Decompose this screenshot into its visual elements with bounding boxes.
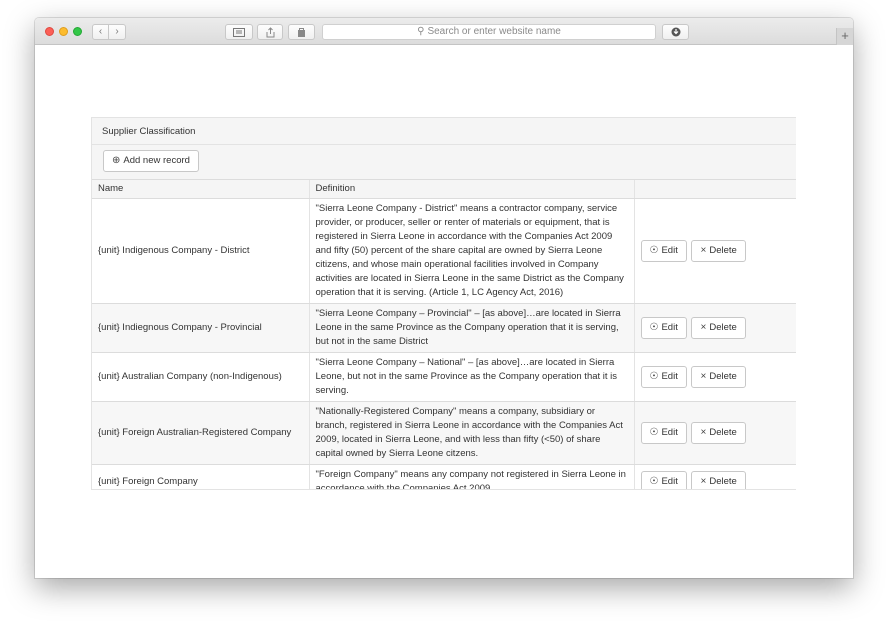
chevron-left-icon: ‹: [98, 26, 103, 37]
close-icon: ×: [700, 321, 707, 333]
edit-label: Edit: [661, 321, 678, 333]
delete-label: Delete: [709, 244, 737, 256]
delete-button[interactable]: × Delete: [691, 316, 746, 339]
row-definition: "Sierra Leone Company – Provincial" – [a…: [309, 303, 635, 353]
forward-button[interactable]: ›: [109, 24, 126, 40]
plus-icon: +: [841, 28, 849, 43]
column-header-actions: [634, 180, 796, 199]
edit-label: Edit: [661, 244, 678, 256]
tab-overview-button[interactable]: [288, 24, 315, 40]
chevron-right-icon: ›: [115, 26, 119, 37]
delete-button[interactable]: × Delete: [691, 470, 746, 489]
magnifier-icon: ⚲: [417, 26, 425, 37]
table-row: {unit} Foreign Company "Foreign Company"…: [92, 464, 796, 489]
delete-button[interactable]: × Delete: [691, 421, 746, 444]
address-placeholder: Search or enter website name: [427, 26, 561, 37]
browser-window: ‹ › ⚲ Search or enter website name + Supp…: [35, 18, 853, 578]
row-definition: "Nationally-Registered Company" means a …: [309, 401, 635, 465]
table-row: {unit} Indiegnous Company - Provincial "…: [92, 303, 796, 353]
delete-button[interactable]: × Delete: [691, 239, 746, 262]
row-name: {unit} Indigenous Company - District: [92, 198, 310, 304]
table-row: {unit} Foreign Australian-Registered Com…: [92, 401, 796, 465]
row-actions: ☉ Edit × Delete: [634, 464, 796, 489]
close-icon: ×: [700, 475, 707, 487]
minimize-window-button[interactable]: [59, 27, 68, 36]
row-name: {unit} Foreign Australian-Registered Com…: [92, 401, 310, 465]
row-definition: "Sierra Leone Company - District" means …: [309, 198, 635, 304]
panel-actions: ⊕ Add new record: [92, 145, 796, 180]
back-button[interactable]: ‹: [92, 24, 109, 40]
row-name: {unit} Foreign Company: [92, 464, 310, 489]
edit-button[interactable]: ☉ Edit: [640, 316, 687, 339]
address-bar[interactable]: ⚲ Search or enter website name: [322, 24, 656, 40]
close-icon: ×: [700, 244, 707, 256]
column-header-definition[interactable]: Definition: [309, 180, 635, 199]
zoom-window-button[interactable]: [73, 27, 82, 36]
edit-button[interactable]: ☉ Edit: [640, 239, 687, 262]
delete-label: Delete: [709, 475, 737, 487]
new-tab-button[interactable]: +: [836, 28, 853, 45]
edit-label: Edit: [661, 475, 678, 487]
add-new-record-button[interactable]: ⊕ Add new record: [103, 150, 199, 172]
delete-label: Delete: [709, 321, 737, 333]
supplier-table: Name Definition {unit} Indigenous Compan…: [92, 180, 796, 489]
supplier-classification-panel: Supplier Classification ⊕ Add new record …: [91, 117, 796, 490]
row-actions: ☉ Edit × Delete: [634, 401, 796, 465]
compass-icon: ☉: [649, 321, 659, 333]
row-actions: ☉ Edit × Delete: [634, 198, 796, 304]
page-content: Supplier Classification ⊕ Add new record …: [35, 46, 853, 578]
sidebar-button[interactable]: [225, 24, 253, 40]
row-definition: "Sierra Leone Company – National" – [as …: [309, 352, 635, 402]
delete-label: Delete: [709, 426, 737, 438]
delete-label: Delete: [709, 370, 737, 382]
delete-button[interactable]: × Delete: [691, 365, 746, 388]
downloads-button[interactable]: [662, 24, 689, 40]
panel-title: Supplier Classification: [92, 118, 796, 145]
table-row: {unit} Australian Company (non-Indigenou…: [92, 352, 796, 402]
compass-icon: ☉: [649, 426, 659, 438]
plus-circle-icon: ⊕: [112, 155, 121, 166]
tabs-icon: [298, 28, 305, 37]
row-name: {unit} Indiegnous Company - Provincial: [92, 303, 310, 353]
sidebar-icon: [233, 28, 245, 37]
row-definition: "Foreign Company" means any company not …: [309, 464, 635, 489]
compass-icon: ☉: [649, 475, 659, 487]
share-icon: [266, 27, 274, 38]
close-window-button[interactable]: [45, 27, 54, 36]
edit-button[interactable]: ☉ Edit: [640, 365, 687, 388]
column-header-name[interactable]: Name: [92, 180, 310, 199]
row-name: {unit} Australian Company (non-Indigenou…: [92, 352, 310, 402]
edit-label: Edit: [661, 370, 678, 382]
add-new-record-label: Add new record: [123, 155, 190, 166]
close-icon: ×: [700, 426, 707, 438]
browser-toolbar: ‹ › ⚲ Search or enter website name +: [35, 18, 853, 45]
download-icon: [671, 27, 680, 37]
table-header-row: Name Definition: [92, 180, 796, 199]
row-actions: ☉ Edit × Delete: [634, 352, 796, 402]
table-row: {unit} Indigenous Company - District "Si…: [92, 198, 796, 304]
edit-label: Edit: [661, 426, 678, 438]
close-icon: ×: [700, 370, 707, 382]
row-actions: ☉ Edit × Delete: [634, 303, 796, 353]
edit-button[interactable]: ☉ Edit: [640, 470, 687, 489]
share-button[interactable]: [257, 24, 283, 40]
compass-icon: ☉: [649, 244, 659, 256]
compass-icon: ☉: [649, 370, 659, 382]
edit-button[interactable]: ☉ Edit: [640, 421, 687, 444]
